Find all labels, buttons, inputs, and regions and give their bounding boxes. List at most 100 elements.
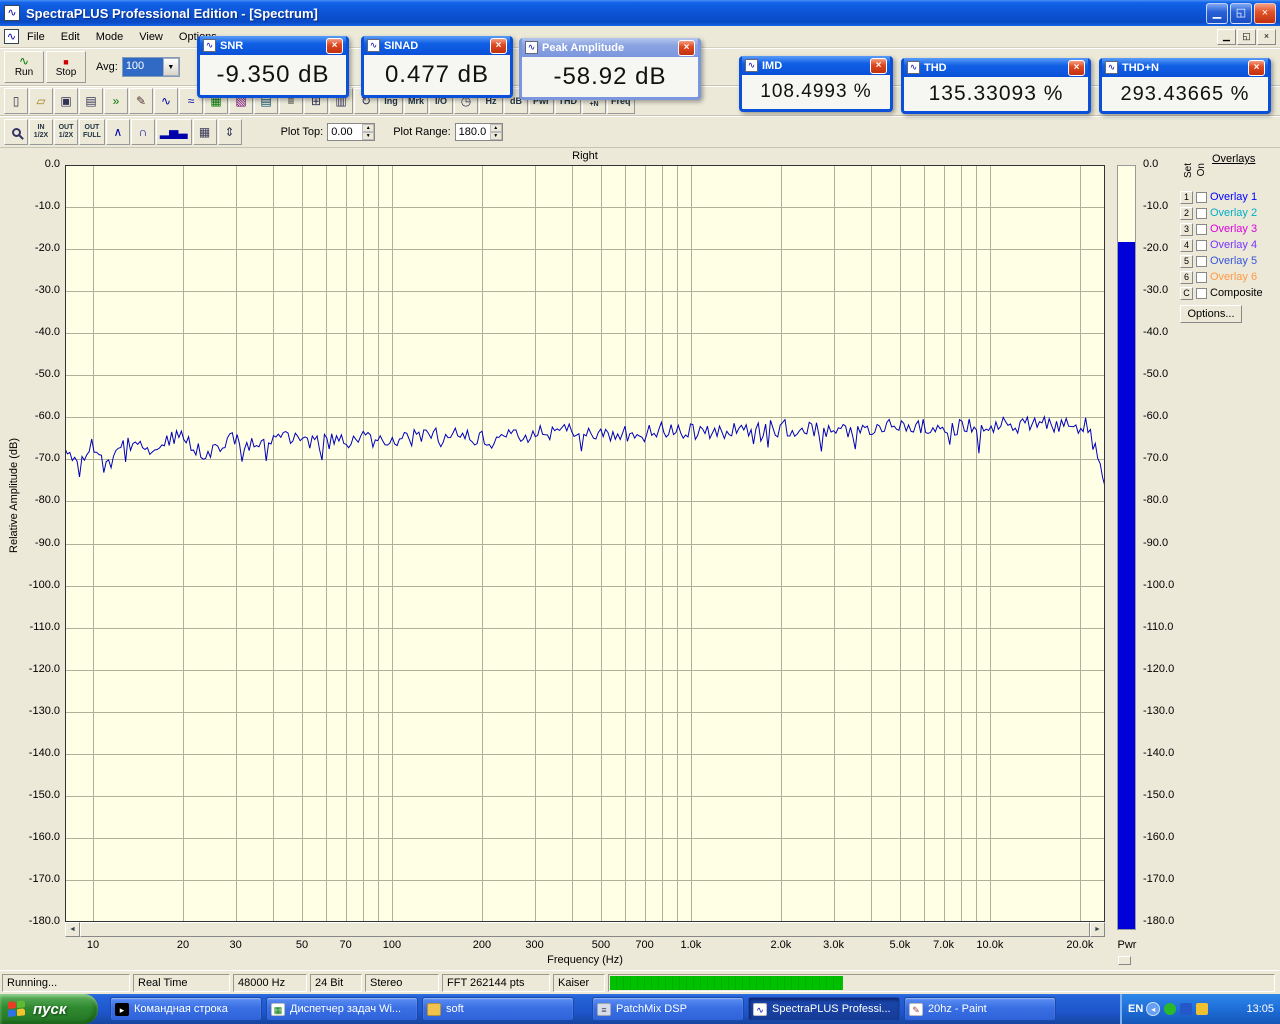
- snr-close-button[interactable]: ×: [326, 37, 343, 54]
- open-file-button[interactable]: ▱: [29, 88, 53, 114]
- sinad-window-titlebar[interactable]: ∿ SINAD ×: [364, 36, 510, 55]
- bar-plot-button[interactable]: ▂▅▃: [155, 119, 192, 145]
- avg-dropdown-button[interactable]: ▼: [162, 58, 179, 76]
- taskbar-button-label: Диспетчер задач Wi...: [290, 1003, 402, 1015]
- snr-window-title: SNR: [220, 39, 244, 52]
- tray-display-icon[interactable]: [1180, 1003, 1193, 1015]
- language-indicator[interactable]: EN: [1128, 1003, 1143, 1015]
- overlay-on-checkbox-C[interactable]: [1196, 287, 1207, 299]
- peak-window-titlebar[interactable]: ∿ Peak Amplitude ×: [522, 38, 698, 57]
- sinad-close-button[interactable]: ×: [490, 37, 507, 54]
- peak-window-title: Peak Amplitude: [542, 41, 625, 54]
- scroll-left-button[interactable]: ◄: [65, 922, 80, 937]
- mdi-close-button[interactable]: ×: [1257, 28, 1276, 45]
- y-tick-label-left: -40.0: [34, 326, 60, 339]
- overlay-set-button-4[interactable]: 4: [1180, 238, 1193, 252]
- plot-range-input[interactable]: 180.0 ▲ ▼: [454, 123, 503, 141]
- minimize-button[interactable]: ▁: [1206, 2, 1228, 24]
- zoom-in-button[interactable]: IN 1/2X: [29, 119, 53, 145]
- y-tick-label-right: -180.0: [1143, 915, 1175, 927]
- imd-window: ∿ IMD × 108.4993 %: [739, 56, 893, 112]
- pen-edit-button[interactable]: ✎: [129, 88, 153, 114]
- plot-range-up-button[interactable]: ▲: [489, 124, 502, 132]
- overlay-set-button-5[interactable]: 5: [1180, 254, 1193, 268]
- grid-toggle-button[interactable]: ▦: [192, 119, 217, 145]
- peak-close-button[interactable]: ×: [678, 39, 695, 56]
- spectrum-plot[interactable]: [65, 165, 1105, 922]
- taskbar-button-task-manager[interactable]: ▦ Диспетчер задач Wi...: [266, 997, 418, 1021]
- cursor-button[interactable]: ⇕: [217, 119, 242, 145]
- tray-volume-icon[interactable]: [1196, 1003, 1209, 1015]
- overlay-on-checkbox-1[interactable]: [1196, 191, 1207, 203]
- zoom-button[interactable]: [4, 119, 28, 145]
- new-file-button[interactable]: ▯: [4, 88, 28, 114]
- menu-mode[interactable]: Mode: [88, 28, 132, 46]
- overlay-set-button-2[interactable]: 2: [1180, 206, 1193, 220]
- menu-file[interactable]: File: [19, 28, 53, 46]
- overlay-on-checkbox-6[interactable]: [1196, 271, 1207, 283]
- y-tick-label-right: -170.0: [1143, 872, 1175, 885]
- thd-close-button[interactable]: ×: [1068, 59, 1085, 76]
- avg-combo[interactable]: 100 ▼: [121, 57, 180, 77]
- taskbar-button-folder[interactable]: soft: [422, 997, 574, 1021]
- overlay-on-checkbox-4[interactable]: [1196, 239, 1207, 251]
- run-button[interactable]: ∿ Run: [4, 51, 44, 83]
- overlays-on-column-label: On: [1196, 163, 1207, 177]
- plot-top-down-button[interactable]: ▼: [362, 132, 375, 140]
- mdi-restore-button[interactable]: ◱: [1237, 28, 1256, 45]
- plot-range-down-button[interactable]: ▼: [489, 132, 502, 140]
- fast-forward-button[interactable]: »: [104, 88, 128, 114]
- y-tick-label-right: -90.0: [1143, 536, 1169, 549]
- overlay-set-button-3[interactable]: 3: [1180, 222, 1193, 236]
- overlay-on-checkbox-2[interactable]: [1196, 207, 1207, 219]
- snr-window-titlebar[interactable]: ∿ SNR ×: [200, 36, 346, 55]
- titlebar[interactable]: ∿ SpectraPLUS Professional Edition - [Sp…: [0, 0, 1280, 26]
- spectrum-curve-button[interactable]: ∿: [154, 88, 178, 114]
- scroll-right-button[interactable]: ►: [1090, 922, 1105, 937]
- taskbar-button-console[interactable]: ▸ Командная строка: [110, 997, 262, 1021]
- y-tick-label-right: -60.0: [1143, 410, 1169, 423]
- hide-tray-icons-button[interactable]: ◂: [1146, 1002, 1161, 1016]
- plot-top-input[interactable]: 0.00 ▲ ▼: [327, 123, 376, 141]
- print-button[interactable]: ▤: [79, 88, 103, 114]
- mdi-minimize-button[interactable]: ▁: [1217, 28, 1236, 45]
- area-plot-button[interactable]: ∩: [130, 119, 155, 145]
- scrollbar-thumb[interactable]: [80, 922, 1090, 937]
- start-button[interactable]: пуск: [0, 994, 98, 1024]
- chart-h-scrollbar[interactable]: ◄ ►: [65, 922, 1105, 937]
- thdn-window-titlebar[interactable]: ∿ THD+N ×: [1102, 58, 1268, 77]
- tray-status-icon-green[interactable]: [1164, 1003, 1177, 1015]
- thdn-close-button[interactable]: ×: [1248, 59, 1265, 76]
- maximize-button[interactable]: ◱: [1230, 2, 1252, 24]
- avg-value: 100: [122, 58, 163, 76]
- overlay-on-checkbox-3[interactable]: [1196, 223, 1207, 235]
- overlay-set-button-1[interactable]: 1: [1180, 190, 1193, 204]
- thd-window-titlebar[interactable]: ∿ THD ×: [904, 58, 1088, 77]
- meter-label: Pwr: [1117, 939, 1137, 951]
- overlays-options-button[interactable]: Options...: [1180, 305, 1242, 323]
- taskbar-button-paint[interactable]: ✎ 20hz - Paint: [904, 997, 1056, 1021]
- taskbar-button-spectraplus[interactable]: ∿ SpectraPLUS Professi...: [748, 997, 900, 1021]
- close-button[interactable]: ×: [1254, 2, 1276, 24]
- overlay-on-checkbox-5[interactable]: [1196, 255, 1207, 267]
- save-button[interactable]: ▣: [54, 88, 78, 114]
- overlay-set-button-C[interactable]: C: [1180, 286, 1193, 300]
- overlay-row-5: 5 Overlay 5: [1180, 253, 1263, 269]
- menu-items: FileEditModeViewOptions: [19, 28, 225, 46]
- imd-close-button[interactable]: ×: [870, 57, 887, 74]
- line-plot-button[interactable]: ∧: [105, 119, 130, 145]
- sinad-value: 0.477 dB: [384, 61, 490, 88]
- zoom-out-full-button[interactable]: OUT FULL: [79, 119, 105, 145]
- plot-top-up-button[interactable]: ▲: [362, 124, 375, 132]
- snr-window: ∿ SNR × -9.350 dB: [197, 36, 349, 98]
- y-tick-label-right: -20.0: [1143, 242, 1169, 255]
- stop-button[interactable]: ■ Stop: [46, 51, 86, 83]
- taskbar-button-patchmix[interactable]: ≡ PatchMix DSP: [592, 997, 744, 1021]
- overlay-set-button-6[interactable]: 6: [1180, 270, 1193, 284]
- imd-window-titlebar[interactable]: ∿ IMD ×: [742, 56, 890, 75]
- menu-edit[interactable]: Edit: [53, 28, 88, 46]
- menu-view[interactable]: View: [131, 28, 171, 46]
- measurement-icon: ∿: [367, 39, 380, 52]
- zoom-out-button[interactable]: OUT 1/2X: [54, 119, 78, 145]
- area-plot-icon: ∩: [138, 125, 148, 139]
